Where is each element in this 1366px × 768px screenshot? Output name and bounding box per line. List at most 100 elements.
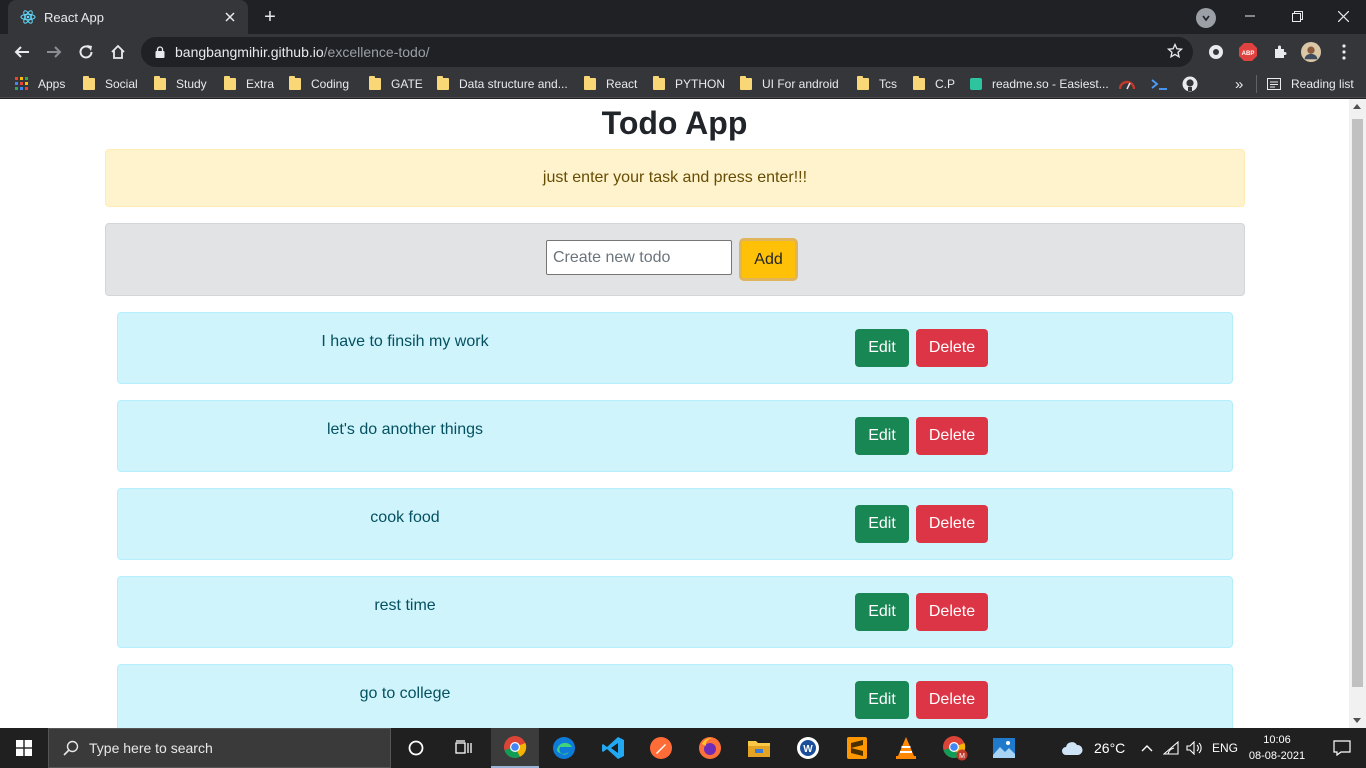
bookmark-label: Apps <box>38 77 66 91</box>
scroll-down-arrow-icon[interactable] <box>1353 718 1361 723</box>
language-indicator[interactable]: ENG <box>1212 741 1238 755</box>
edit-button[interactable]: Edit <box>855 329 909 367</box>
edit-button[interactable]: Edit <box>855 505 909 543</box>
wifi-icon[interactable] <box>1160 728 1182 768</box>
todo-form: Add <box>105 223 1245 296</box>
bookmark-social[interactable]: Social <box>83 75 138 93</box>
folder-icon <box>224 76 236 90</box>
folder-icon <box>857 76 869 90</box>
notifications-icon[interactable] <box>1318 728 1366 768</box>
minimize-icon[interactable] <box>1227 0 1273 32</box>
instruction-alert: just enter your task and press enter!!! <box>105 149 1245 207</box>
page-viewport: Todo App just enter your task and press … <box>0 99 1366 728</box>
todo-item: I have to finsih my work Edit Delete <box>117 312 1233 384</box>
forward-icon[interactable] <box>40 38 68 66</box>
new-tab-button[interactable]: + <box>258 6 282 28</box>
edge-icon[interactable] <box>540 728 588 768</box>
bookmark-label: C.P <box>935 77 956 91</box>
system-clock[interactable]: 10:06 08-08-2021 <box>1246 732 1308 764</box>
back-icon[interactable] <box>8 38 36 66</box>
adblock-plus-icon[interactable]: ABP <box>1238 42 1258 62</box>
bookmarks-overflow-button[interactable]: » <box>1235 75 1243 93</box>
reload-icon[interactable] <box>72 38 100 66</box>
weather-temperature[interactable]: 26°C <box>1094 740 1125 756</box>
bookmark-speed-icon[interactable] <box>1119 75 1135 93</box>
edit-button[interactable]: Edit <box>855 681 909 719</box>
cortana-icon[interactable] <box>392 728 440 768</box>
extension-circle-icon[interactable] <box>1206 42 1226 62</box>
home-icon[interactable] <box>104 38 132 66</box>
bookmark-github-icon[interactable] <box>1182 75 1198 93</box>
address-bar[interactable]: bangbangmihir.github.io/excellence-todo/ <box>141 37 1193 67</box>
file-explorer-icon[interactable] <box>735 728 783 768</box>
bookmark-apps[interactable]: Apps <box>15 75 65 93</box>
new-todo-input[interactable] <box>546 240 732 275</box>
reading-list-label: Reading list <box>1291 77 1354 91</box>
bookmark-readme[interactable]: readme.so - Easiest... <box>970 75 1109 93</box>
edit-button[interactable]: Edit <box>855 417 909 455</box>
profile-avatar-icon[interactable] <box>1301 42 1321 62</box>
delete-button[interactable]: Delete <box>916 681 988 719</box>
delete-button[interactable]: Delete <box>916 417 988 455</box>
volume-icon[interactable] <box>1184 728 1206 768</box>
postman-icon[interactable] <box>637 728 685 768</box>
vlc-icon[interactable] <box>882 728 930 768</box>
weather-cloud-icon[interactable] <box>1052 728 1092 768</box>
extensions-puzzle-icon[interactable] <box>1270 42 1290 62</box>
add-todo-button[interactable]: Add <box>739 238 798 281</box>
delete-button[interactable]: Delete <box>916 505 988 543</box>
page-title: Todo App <box>601 105 748 141</box>
todo-item: cook food Edit Delete <box>117 488 1233 560</box>
bookmark-terminal-icon[interactable] <box>1151 75 1169 93</box>
todo-text: rest time <box>374 597 436 614</box>
bookmark-label: readme.so - Easiest... <box>992 77 1109 91</box>
reading-list-button[interactable]: Reading list <box>1256 75 1354 93</box>
bookmark-study[interactable]: Study <box>154 75 207 93</box>
browser-tab[interactable]: React App <box>8 0 248 34</box>
chrome-menu-icon[interactable] <box>1334 42 1354 62</box>
tab-search-icon[interactable] <box>1196 8 1216 28</box>
reading-list-icon <box>1267 78 1281 90</box>
folder-icon <box>83 76 95 90</box>
edit-button[interactable]: Edit <box>855 593 909 631</box>
delete-button[interactable]: Delete <box>916 329 988 367</box>
vscode-icon[interactable] <box>589 728 637 768</box>
task-view-icon[interactable] <box>440 728 488 768</box>
lock-icon[interactable] <box>155 46 165 58</box>
url-host: bangbangmihir.github.io <box>175 44 324 60</box>
bookmark-python[interactable]: PYTHON <box>653 75 725 93</box>
windows-start-icon[interactable] <box>0 728 48 768</box>
bookmark-data-structure[interactable]: Data structure and... <box>437 75 568 93</box>
folder-icon <box>740 76 752 90</box>
bookmark-star-icon[interactable] <box>1166 42 1184 62</box>
bookmark-cp[interactable]: C.P <box>913 75 955 93</box>
scroll-up-arrow-icon[interactable] <box>1353 104 1361 109</box>
tab-close-icon[interactable] <box>220 7 240 27</box>
writer-app-icon[interactable]: W <box>784 728 832 768</box>
chrome-taskbar-icon[interactable] <box>491 728 539 768</box>
todo-text: cook food <box>370 509 440 526</box>
bookmark-tcs[interactable]: Tcs <box>857 75 897 93</box>
firefox-icon[interactable] <box>686 728 734 768</box>
close-window-icon[interactable] <box>1320 0 1366 32</box>
restore-icon[interactable] <box>1274 0 1320 32</box>
bookmark-label: Social <box>105 77 138 91</box>
delete-button[interactable]: Delete <box>916 593 988 631</box>
tray-chevron-up-icon[interactable] <box>1138 728 1156 768</box>
taskbar-search[interactable]: Type here to search <box>48 728 391 768</box>
bookmark-ui-android[interactable]: UI For android <box>740 75 839 93</box>
photos-icon[interactable] <box>980 728 1028 768</box>
bookmark-react[interactable]: React <box>584 75 637 93</box>
scroll-thumb[interactable] <box>1352 119 1363 687</box>
bookmark-coding[interactable]: Coding <box>289 75 349 93</box>
bookmark-gate[interactable]: GATE <box>369 75 423 93</box>
sublime-text-icon[interactable] <box>833 728 881 768</box>
bookmark-extra[interactable]: Extra <box>224 75 274 93</box>
chrome-profile-icon[interactable]: M <box>931 728 979 768</box>
bookmark-label: Study <box>176 77 207 91</box>
bookmark-label: Extra <box>246 77 275 91</box>
page-scrollbar[interactable] <box>1349 99 1366 728</box>
bookmark-label: PYTHON <box>675 77 726 91</box>
bookmark-label: Tcs <box>879 77 897 91</box>
windows-taskbar: Type here to search W M 26°C ENG 10:06 0… <box>0 728 1366 768</box>
